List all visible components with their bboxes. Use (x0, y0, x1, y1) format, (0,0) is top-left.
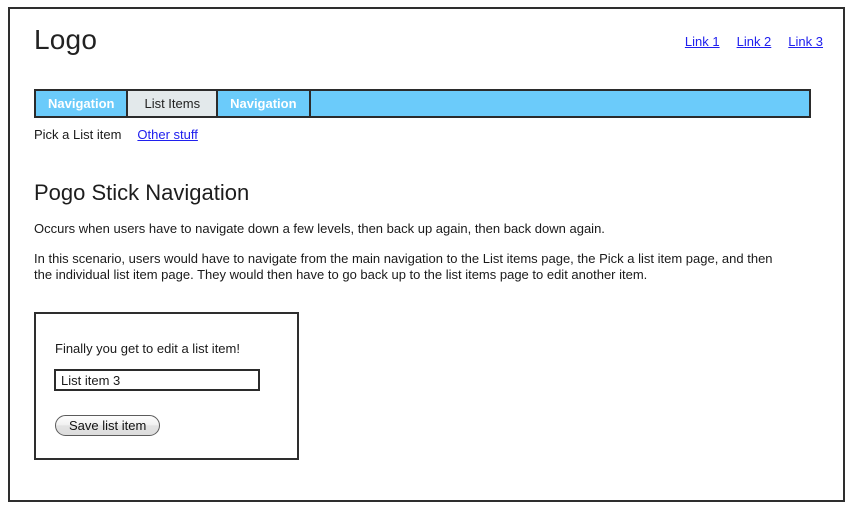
header-link-2[interactable]: Link 2 (737, 34, 772, 49)
nav-tab-list-items[interactable]: List Items (126, 91, 219, 116)
breadcrumb-link-other-stuff[interactable]: Other stuff (137, 127, 197, 142)
edit-form-label: Finally you get to edit a list item! (55, 341, 240, 356)
edit-list-item-panel: Finally you get to edit a list item! Sav… (34, 312, 299, 460)
nav-tab-navigation-primary[interactable]: Navigation (36, 91, 127, 116)
logo: Logo (34, 24, 98, 55)
description-paragraph-1: Occurs when users have to navigate down … (34, 221, 605, 236)
nav-tab-navigation-secondary[interactable]: Navigation (218, 91, 311, 116)
list-item-input[interactable] (54, 369, 260, 391)
nav-bar-filler (310, 91, 809, 116)
page-header: Logo Link 1 Link 2 Link 3 (10, 9, 843, 79)
header-link-1[interactable]: Link 1 (685, 34, 720, 49)
save-list-item-button[interactable]: Save list item (55, 415, 161, 436)
breadcrumb: Pick a List item Other stuff (34, 127, 198, 142)
page-frame: Logo Link 1 Link 2 Link 3 Navigation Lis… (8, 7, 845, 502)
breadcrumb-current: Pick a List item (34, 127, 122, 142)
header-link-3[interactable]: Link 3 (788, 34, 823, 49)
header-links: Link 1 Link 2 Link 3 (685, 34, 823, 49)
page-title: Pogo Stick Navigation (34, 179, 250, 205)
main-navigation-bar: Navigation List Items Navigation (34, 89, 811, 118)
description-paragraph-2: In this scenario, users would have to na… (34, 251, 773, 282)
